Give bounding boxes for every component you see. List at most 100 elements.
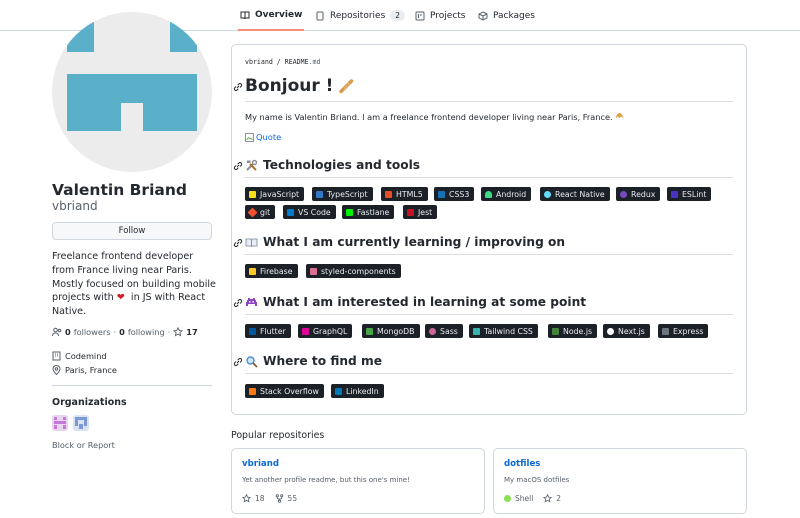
badge-linkedin[interactable]: LinkedIn [331,384,384,398]
badge-redux[interactable]: Redux [616,187,661,201]
broken-image-icon [245,132,254,142]
star-icon [173,327,184,337]
badge-html5[interactable]: HTML5 [381,187,428,201]
badge-label: JavaScript [260,189,300,199]
badge-label: MongoDB [377,326,415,336]
badge-nodejs[interactable]: Node.js [548,324,598,338]
tab-repositories-label: Repositories [330,10,386,21]
quote-image-alt: Quote [256,132,282,142]
badge-jest[interactable]: Jest [403,205,438,219]
anchor-link-icon[interactable] [233,298,243,308]
badge-stackoverflow[interactable]: Stack Overflow [245,384,324,398]
css3-icon [438,190,445,198]
bio-line: projects with ❤ in JS with React [52,291,217,305]
repo-name-link[interactable]: dotfiles [504,459,540,469]
badge-tailwind[interactable]: Tailwind CSS [469,324,538,338]
badge-firebase[interactable]: Firebase [245,264,298,278]
badge-label: Jest [418,207,433,217]
badge-fastlane[interactable]: Fastlane [342,205,395,219]
project-icon [415,11,425,20]
tab-packages-label: Packages [493,10,535,21]
readme-crumb-file[interactable]: README [285,58,309,66]
repo-card: vbriand Yet another profile readme, but … [231,448,485,514]
repo-stars[interactable]: 2 [556,494,561,503]
readme-crumb-ext: .md [308,58,321,66]
javascript-icon [249,190,256,198]
anchor-link-icon[interactable] [233,82,243,92]
android-icon [485,190,492,198]
repo-language: Shell [515,494,534,503]
bio-text: projects with [52,292,114,304]
location-text: Paris, France [65,365,117,375]
tab-overview-label: Overview [255,9,303,20]
jest-icon [407,208,414,216]
anchor-link-icon[interactable] [233,357,243,367]
avatar[interactable] [52,12,212,172]
alien-monster-icon [246,297,257,306]
tab-repositories[interactable]: Repositories 2 [315,0,406,31]
badge-graphql[interactable]: GraphQL [298,324,353,338]
book-icon [240,11,250,19]
dot-separator: · [167,327,171,337]
flutter-icon [249,327,256,335]
location-icon [52,365,61,375]
follow-button[interactable]: Follow [52,222,212,240]
tab-projects-label: Projects [430,10,466,21]
repo-forks[interactable]: 55 [288,494,298,503]
tab-packages[interactable]: Packages [478,0,535,31]
followers-count[interactable]: 0 [65,327,71,337]
stars-count[interactable]: 17 [186,327,197,337]
tab-projects[interactable]: Projects [415,0,465,31]
identicon-image [67,22,197,131]
badge-nextjs[interactable]: Next.js [603,324,650,338]
badge-label: VS Code [298,207,331,217]
anchor-link-icon[interactable] [233,238,243,248]
badge-typescript[interactable]: TypeScript [312,187,373,201]
linkedin-icon [335,387,342,395]
badge-css3[interactable]: CSS3 [434,187,475,201]
repo-name-link[interactable]: vbriand [242,459,279,469]
badge-android[interactable]: Android [481,187,532,201]
repo-stars[interactable]: 18 [255,494,265,503]
bio-line: from France living near Paris. [52,264,192,276]
croissant-icon [616,113,624,118]
badge-express[interactable]: Express [658,324,709,338]
anchor-link-icon[interactable] [233,161,243,171]
organization-avatar[interactable] [52,415,68,431]
badge-sass[interactable]: Sass [425,324,463,338]
people-icon [52,327,62,337]
readme-crumb-user[interactable]: vbriand [245,58,273,66]
tailwind-icon [473,327,480,335]
badge-javascript[interactable]: JavaScript [245,187,305,201]
badge-eslint[interactable]: ESLint [667,187,712,201]
section-heading-find-text: Where to find me [263,354,382,368]
quote-image-link[interactable]: Quote [245,132,281,142]
profile-bio: Freelance frontend developer from France… [52,250,217,319]
followers-label[interactable]: followers [74,327,111,337]
block-or-report-link[interactable]: Block or Report [52,440,115,450]
section-heading-find: Where to find me [245,354,382,368]
follow-stats: 0 followers · 0 following · 17 [52,327,198,337]
organization-avatar[interactable] [73,415,89,431]
readme-title: Bonjour ! [245,76,354,96]
badge-vscode[interactable]: VS Code [283,205,336,219]
badge-label: Flutter [260,326,286,336]
section-heading-interested: What I am interested in learning at some… [245,295,586,309]
badge-label: git [260,207,271,217]
bio-line: Mostly focused on building mobile [52,278,216,290]
badge-flutter[interactable]: Flutter [245,324,291,338]
tab-overview[interactable]: Overview [238,0,305,31]
badge-styled-components[interactable]: styled-components [306,264,401,278]
badge-mongodb[interactable]: MongoDB [362,324,420,338]
badge-label: CSS3 [449,189,470,199]
badge-label: Next.js [618,326,645,336]
section-heading-tech-text: Technologies and tools [263,158,420,172]
badge-git[interactable]: git [245,205,276,219]
badge-label: TypeScript [327,189,368,199]
heading-rule [245,101,733,102]
following-label[interactable]: following [128,327,165,337]
bio-text: in JS with React [130,292,206,304]
heart-icon: ❤ [116,292,125,304]
following-count[interactable]: 0 [119,327,125,337]
badge-react-native[interactable]: React Native [540,187,610,201]
